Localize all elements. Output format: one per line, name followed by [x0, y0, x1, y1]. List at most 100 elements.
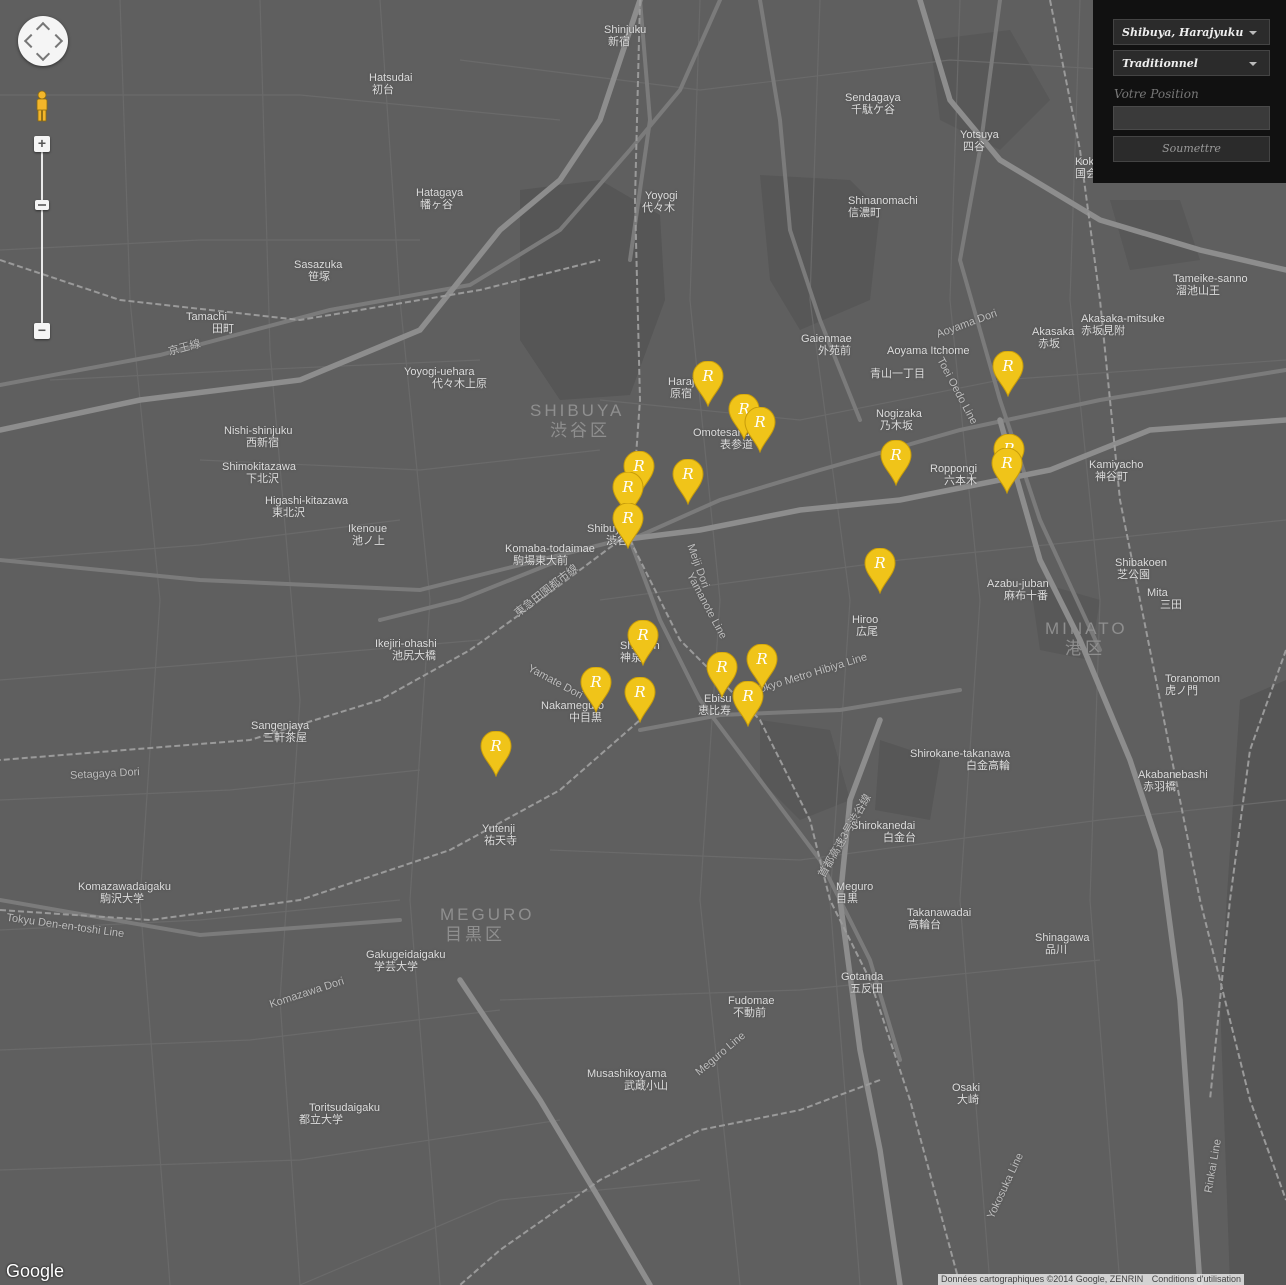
place-label: 駒場東大前	[513, 555, 568, 567]
restaurant-marker[interactable]: R	[744, 407, 776, 453]
place-label: Shirokane-takanawa	[910, 748, 1011, 760]
place-label: 三田	[1160, 599, 1182, 611]
place-label: Sasazuka	[294, 259, 343, 271]
marker-glyph: R	[490, 737, 502, 755]
place-label: 田町	[212, 323, 234, 335]
restaurant-marker[interactable]: R	[480, 731, 512, 777]
place-label: 下北沢	[246, 473, 279, 485]
place-label: 祐天寺	[484, 835, 517, 847]
place-label: Tamachi	[186, 311, 227, 323]
place-label: 赤坂	[1038, 338, 1060, 350]
place-label: Hatagaya	[416, 187, 464, 199]
district-label-meguro-ja: 目黒区	[445, 925, 505, 944]
marker-glyph: R	[716, 658, 728, 676]
marker-glyph: R	[890, 446, 902, 464]
place-label: 代々木	[642, 202, 675, 214]
restaurant-marker[interactable]: R	[624, 677, 656, 723]
marker-glyph: R	[590, 673, 602, 691]
place-label: Kamiyacho	[1089, 459, 1144, 471]
restaurant-marker[interactable]: R	[580, 667, 612, 713]
attribution-text: Données cartographiques ©2014 Google, ZE…	[941, 1274, 1144, 1284]
restaurant-marker[interactable]: R	[991, 448, 1023, 494]
marker-glyph: R	[1001, 454, 1013, 472]
restaurant-marker[interactable]: R	[880, 440, 912, 486]
place-label: Akasaka-mitsuke	[1081, 313, 1165, 325]
restaurant-marker[interactable]: R	[692, 361, 724, 407]
place-label: 駒沢大学	[100, 893, 144, 905]
place-label: 学芸大学	[374, 961, 418, 973]
marker-glyph: R	[1002, 357, 1014, 375]
place-label: 赤坂見附	[1081, 325, 1125, 337]
terms-link[interactable]: Conditions d'utilisation	[1152, 1274, 1241, 1284]
place-label: Ikejiri-ohashi	[375, 638, 437, 650]
restaurant-marker[interactable]: R	[672, 459, 704, 505]
marker-glyph: R	[622, 509, 634, 527]
pegman-icon[interactable]	[34, 90, 50, 122]
place-label: Akabanebashi	[1138, 769, 1208, 781]
place-label: 五反田	[850, 983, 883, 995]
place-label: 虎ノ門	[1165, 685, 1198, 697]
pan-right-icon[interactable]	[48, 33, 64, 49]
place-label: 初台	[372, 84, 394, 96]
marker-glyph: R	[702, 367, 714, 385]
chevron-down-icon	[1249, 62, 1257, 66]
place-label: 目黒	[836, 893, 858, 905]
place-label: Shinanomachi	[848, 195, 918, 207]
place-label: 高輪台	[908, 919, 941, 931]
place-label: 原宿	[670, 388, 692, 400]
zoom-out-button[interactable]: −	[34, 323, 50, 339]
place-label: Roppongi	[930, 463, 978, 475]
place-label: 笹塚	[308, 271, 330, 283]
place-label: Shinagawa	[1035, 932, 1090, 944]
area-select-value: Shibuya, Harajyuku	[1122, 26, 1244, 39]
place-label: 四谷	[963, 141, 985, 153]
chevron-down-icon	[1249, 31, 1257, 35]
place-label: Fudomae	[728, 995, 775, 1007]
place-label: Toranomon	[1165, 673, 1221, 685]
district-label-minato-ja: 港区	[1065, 639, 1105, 658]
submit-button[interactable]: Soumettre	[1113, 136, 1270, 162]
place-label: 品川	[1045, 944, 1067, 956]
place-label: Akasaka	[1032, 326, 1075, 338]
restaurant-marker[interactable]: R	[732, 681, 764, 727]
google-logo: Google	[6, 1261, 65, 1281]
place-label: Yotsuya	[960, 129, 999, 141]
place-label: 東北沢	[272, 507, 305, 519]
pan-control[interactable]	[18, 16, 68, 66]
pan-left-icon[interactable]	[23, 33, 39, 49]
zoom-slider-track[interactable]	[41, 150, 43, 326]
place-label: 幡ヶ谷	[420, 199, 453, 211]
place-label: 溜池山王	[1176, 285, 1220, 297]
district-label-minato: MINATO	[1045, 619, 1128, 638]
pan-down-icon[interactable]	[35, 46, 51, 62]
place-label: Osaki	[952, 1082, 981, 1094]
type-select[interactable]: Traditionnel	[1113, 50, 1270, 76]
search-panel: Shibuya, Harajyuku Traditionnel Votre Po…	[1093, 0, 1286, 183]
district-label-shibuya: SHIBUYA	[530, 401, 625, 420]
position-label: Votre Position	[1114, 87, 1199, 101]
place-label: 不動前	[733, 1007, 766, 1019]
zoom-in-button[interactable]: +	[34, 136, 50, 152]
place-label: 白金高輪	[966, 760, 1010, 772]
restaurant-marker[interactable]: R	[612, 503, 644, 549]
zoom-slider-handle[interactable]	[35, 200, 49, 210]
place-label: 外苑前	[818, 345, 851, 357]
place-label: Hiroo	[852, 614, 879, 626]
area-select[interactable]: Shibuya, Harajyuku	[1113, 19, 1270, 45]
place-label: Shibakoen	[1115, 557, 1167, 569]
place-label: Mita	[1147, 587, 1168, 599]
place-label: 都立大学	[299, 1114, 343, 1126]
restaurant-marker[interactable]: R	[992, 351, 1024, 397]
restaurant-marker[interactable]: R	[864, 548, 896, 594]
place-label: 新宿	[608, 36, 630, 48]
position-input[interactable]	[1113, 106, 1270, 130]
place-label: Shinjuku	[604, 24, 647, 36]
type-select-value: Traditionnel	[1122, 57, 1198, 70]
place-label: 池ノ上	[352, 535, 385, 547]
restaurant-marker[interactable]: R	[627, 620, 659, 666]
pan-up-icon[interactable]	[35, 21, 51, 37]
district-label-meguro: MEGURO	[440, 905, 535, 924]
marker-glyph: R	[634, 683, 646, 701]
place-label: Toritsudaigaku	[309, 1102, 380, 1114]
marker-glyph: R	[682, 465, 694, 483]
